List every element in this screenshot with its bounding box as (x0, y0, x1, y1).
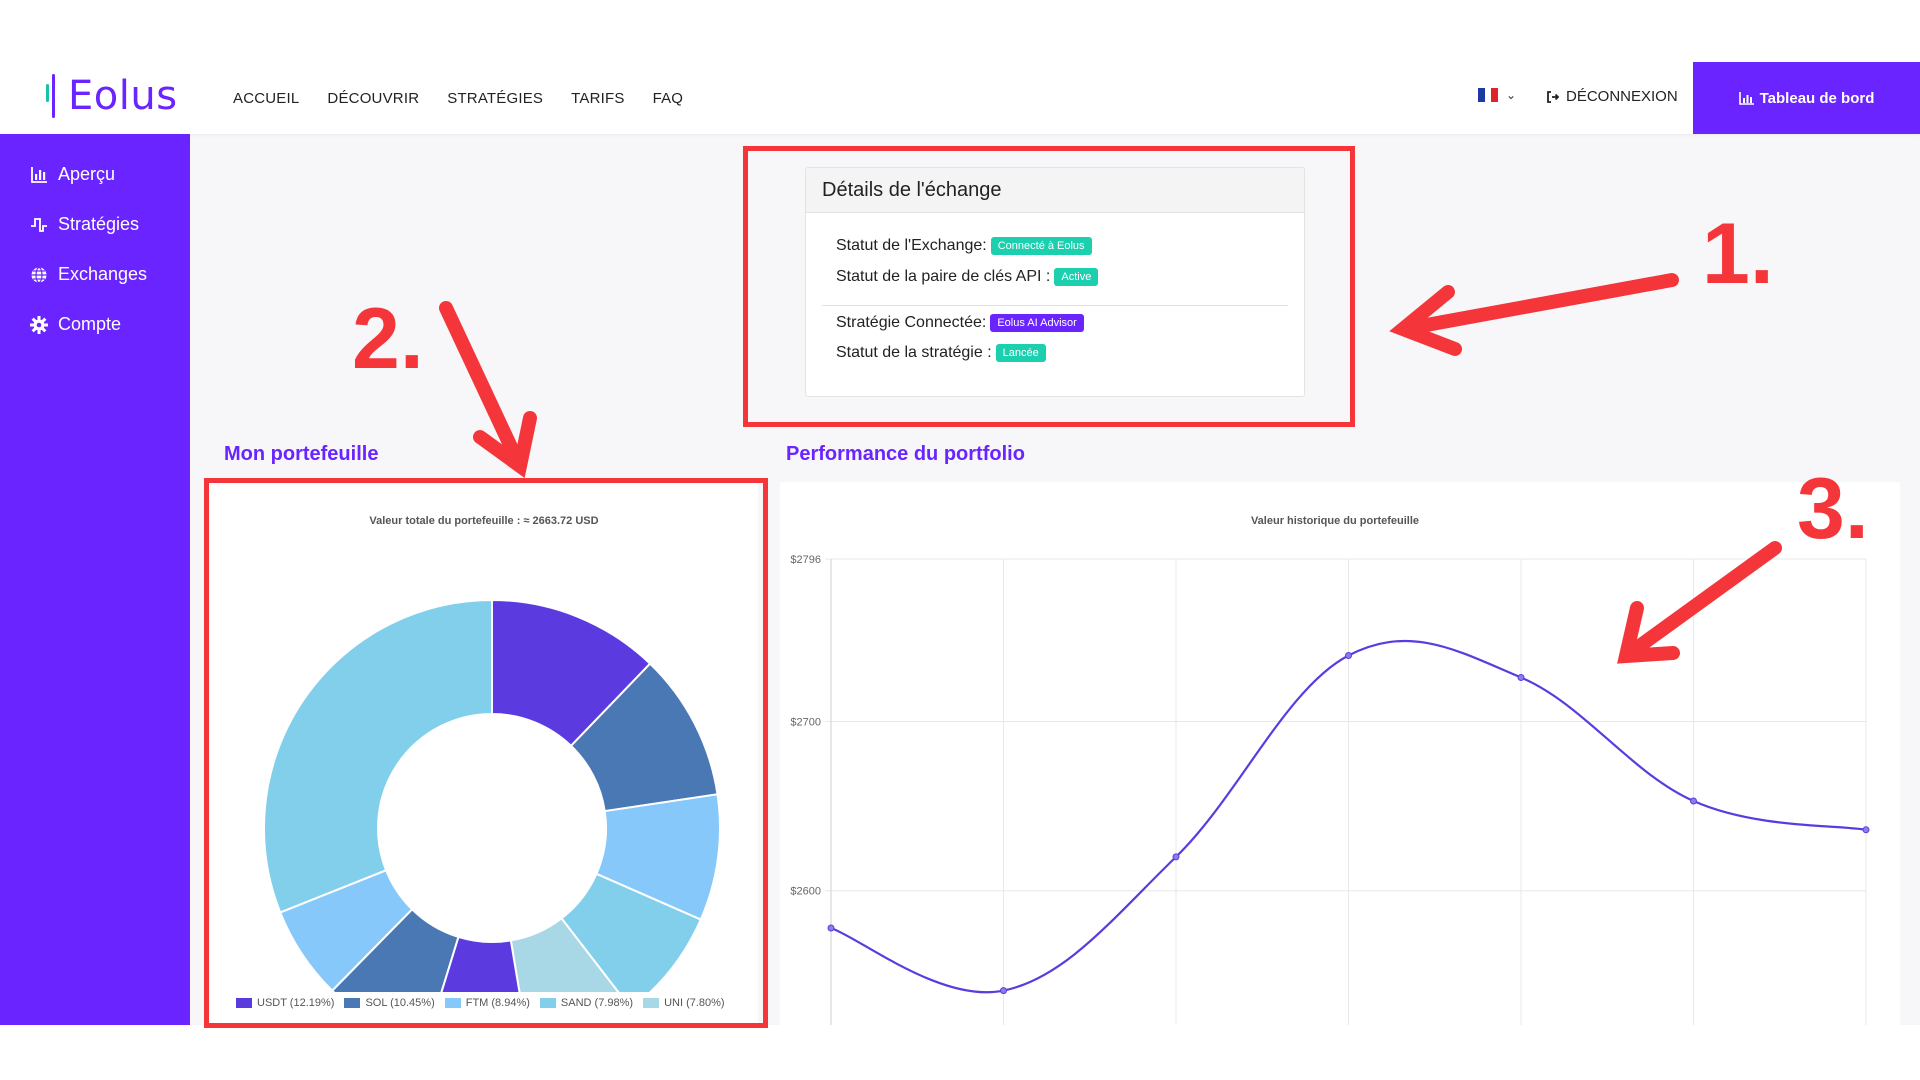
annotation-arrow-3 (1623, 541, 1782, 660)
annotation-arrows (439, 273, 1782, 664)
